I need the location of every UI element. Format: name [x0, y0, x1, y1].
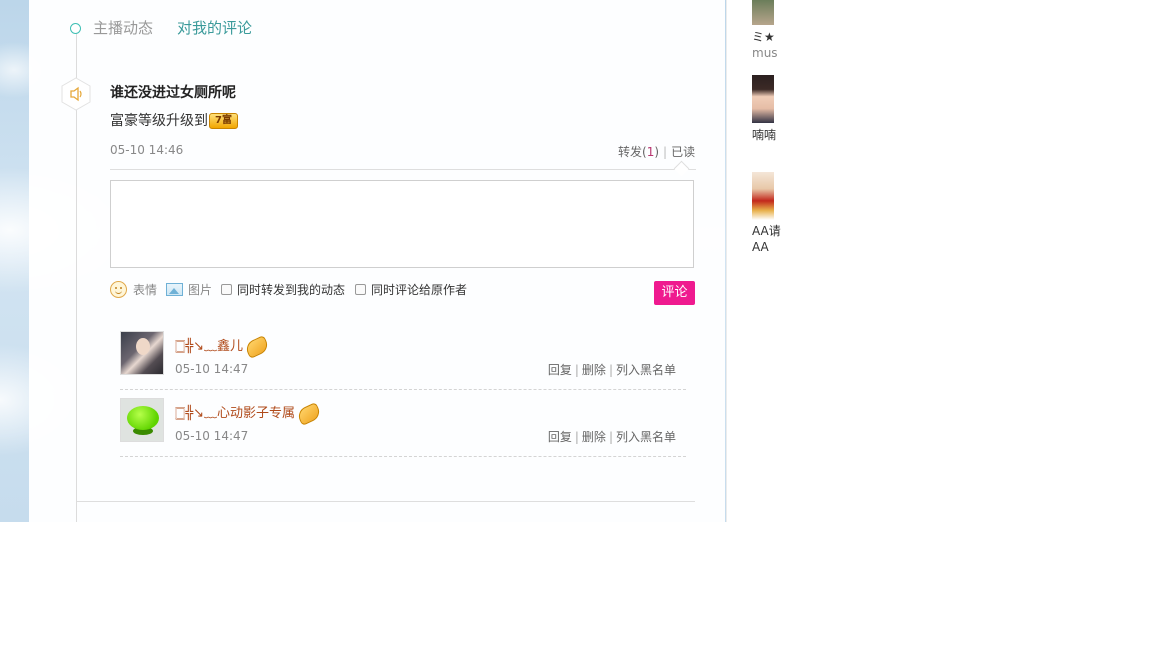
- emoji-label: 表情: [133, 283, 158, 297]
- divider: [77, 501, 695, 502]
- sidebar-user-avatar[interactable]: [752, 0, 774, 25]
- sidebar-user-name[interactable]: ミ★: [752, 28, 775, 45]
- reply-username-text: 🀆╬↘﹏心动影子专属: [175, 406, 296, 421]
- tab-comments-to-me[interactable]: 对我的评论: [177, 17, 252, 38]
- sidebar-user-subtext: AA: [752, 240, 769, 254]
- blacklist-link[interactable]: 列入黑名单: [616, 430, 676, 444]
- reply-actions: 回复 | 删除 | 列入黑名单: [548, 361, 676, 378]
- reply-timestamp: 05-10 14:47: [175, 429, 249, 443]
- image-icon: [166, 283, 183, 296]
- repost-checkbox-label: 同时转发到我的动态: [237, 283, 346, 297]
- forward-link[interactable]: 转发(1): [618, 145, 659, 159]
- read-status[interactable]: 已读: [671, 145, 695, 159]
- divider: |: [608, 430, 613, 444]
- list-item: 🀆╬↘﹏鑫儿 05-10 14:47 回复 | 删除 | 列入黑名单: [120, 331, 686, 390]
- sidebar-user-name[interactable]: AA请: [752, 222, 781, 239]
- sidebar-user-avatar[interactable]: [752, 172, 774, 220]
- wealth-level-badge: 7富: [209, 113, 238, 129]
- forward-label: 转发(: [618, 145, 647, 159]
- comment-input[interactable]: [110, 180, 694, 268]
- divider: |: [608, 363, 613, 377]
- avatar[interactable]: [120, 398, 164, 442]
- reply-username[interactable]: 🀆╬↘﹏鑫儿: [175, 334, 271, 359]
- image-button[interactable]: 图片: [166, 281, 212, 298]
- comment-author-option[interactable]: 同时评论给原作者: [355, 281, 467, 298]
- reply-username[interactable]: 🀆╬↘﹏心动影子专属: [175, 401, 323, 426]
- image-label: 图片: [188, 283, 213, 297]
- emoji-button[interactable]: 表情: [110, 281, 157, 298]
- divider: |: [574, 430, 579, 444]
- speaker-icon: [60, 77, 92, 111]
- hand-emoji-icon: [243, 334, 271, 359]
- repost-checkbox[interactable]: [221, 284, 232, 295]
- post-actions: 转发(1) | 已读: [618, 143, 695, 160]
- reply-username-text: 🀆╬↘﹏鑫儿: [175, 339, 244, 354]
- submit-comment-button[interactable]: 评论: [654, 281, 695, 305]
- reply-actions: 回复 | 删除 | 列入黑名单: [548, 428, 676, 445]
- blacklist-link[interactable]: 列入黑名单: [616, 363, 676, 377]
- sidebar-user-avatar[interactable]: [752, 75, 774, 123]
- repost-option[interactable]: 同时转发到我的动态: [221, 281, 345, 298]
- divider: |: [663, 145, 668, 159]
- hand-emoji-icon: [295, 401, 323, 426]
- list-item: 🀆╬↘﹏心动影子专属 05-10 14:47 回复 | 删除 | 列入黑名单: [120, 398, 686, 457]
- delete-link[interactable]: 删除: [582, 430, 606, 444]
- comment-author-checkbox-label: 同时评论给原作者: [371, 283, 468, 297]
- reply-link[interactable]: 回复: [548, 430, 572, 444]
- sidebar-user-name[interactable]: 喃喃: [752, 126, 776, 143]
- delete-link[interactable]: 删除: [582, 363, 606, 377]
- divider: [110, 169, 696, 170]
- post-title: 谁还没进过女厕所呢: [110, 85, 236, 101]
- smiley-icon: [110, 281, 127, 298]
- avatar[interactable]: [120, 331, 164, 375]
- timeline-dot-icon: [70, 23, 81, 34]
- reply-link[interactable]: 回复: [548, 363, 572, 377]
- forward-close: ): [654, 145, 660, 159]
- divider: |: [574, 363, 579, 377]
- post-content: 富豪等级升级到 7富: [110, 110, 238, 130]
- reply-timestamp: 05-10 14:47: [175, 362, 249, 376]
- post-timestamp: 05-10 14:46: [110, 143, 184, 157]
- sidebar-user-subtext: mus: [752, 46, 778, 60]
- post-content-text: 富豪等级升级到: [110, 113, 208, 129]
- tab-anchor-activity[interactable]: 主播动态: [93, 17, 153, 38]
- comment-author-checkbox[interactable]: [355, 284, 366, 295]
